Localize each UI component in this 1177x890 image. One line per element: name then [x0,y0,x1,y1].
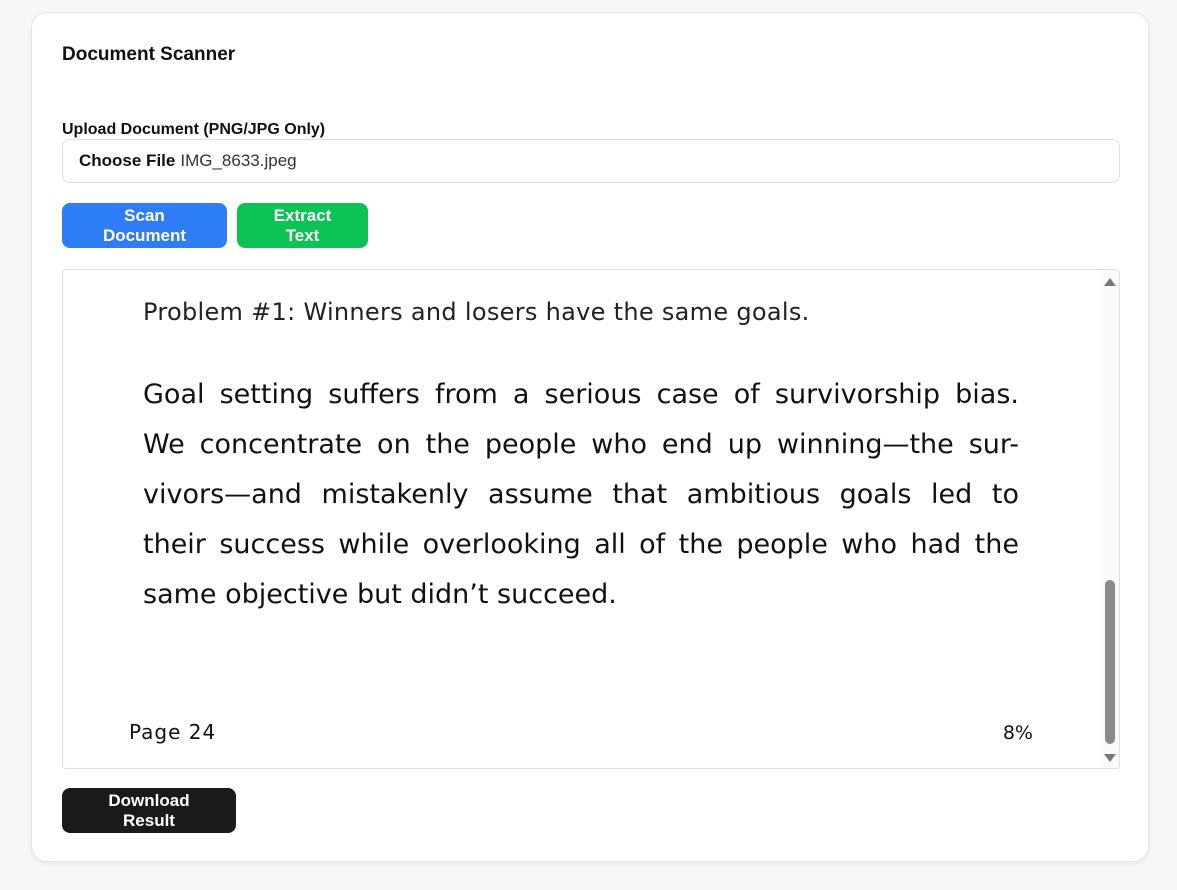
extract-text-button[interactable]: Extract Text [237,203,368,248]
download-result-button[interactable]: Download Result [62,788,236,833]
scrollbar-thumb[interactable] [1105,580,1115,744]
doc-page-number: Page 24 [129,720,217,744]
selected-file-name: IMG_8633.jpeg [180,151,297,170]
scanner-card: Document Scanner Upload Document (PNG/JP… [31,12,1149,862]
doc-line: We concentrate on the people who end up … [143,429,1019,460]
doc-line: vivors—and mistakenly assume that ambiti… [143,479,1019,510]
preview-scrollbar[interactable] [1101,270,1119,768]
choose-file-button[interactable]: Choose File [79,151,175,171]
doc-progress-percent: 8% [1002,722,1033,744]
scroll-down-arrow-icon[interactable] [1104,754,1116,762]
upload-label: Upload Document (PNG/JPG Only) [62,121,326,138]
scan-document-button[interactable]: Scan Document [62,203,227,248]
scan-preview-panel[interactable]: Problem #1: Winners and losers have the … [62,269,1120,769]
scroll-up-arrow-icon[interactable] [1104,278,1116,286]
scanned-page-image: Problem #1: Winners and losers have the … [63,270,1101,768]
doc-line: their success while overlooking all of t… [143,529,1019,560]
doc-paragraph: Goal setting suffers from a serious case… [143,370,1019,620]
page-title: Document Scanner [62,44,236,65]
doc-heading: Problem #1: Winners and losers have the … [143,298,810,326]
file-upload-input[interactable]: Choose File IMG_8633.jpeg [62,139,1120,183]
doc-line: Goal setting suffers from a serious case… [143,379,1019,410]
doc-line: same objective but didn’t succeed. [143,579,617,610]
